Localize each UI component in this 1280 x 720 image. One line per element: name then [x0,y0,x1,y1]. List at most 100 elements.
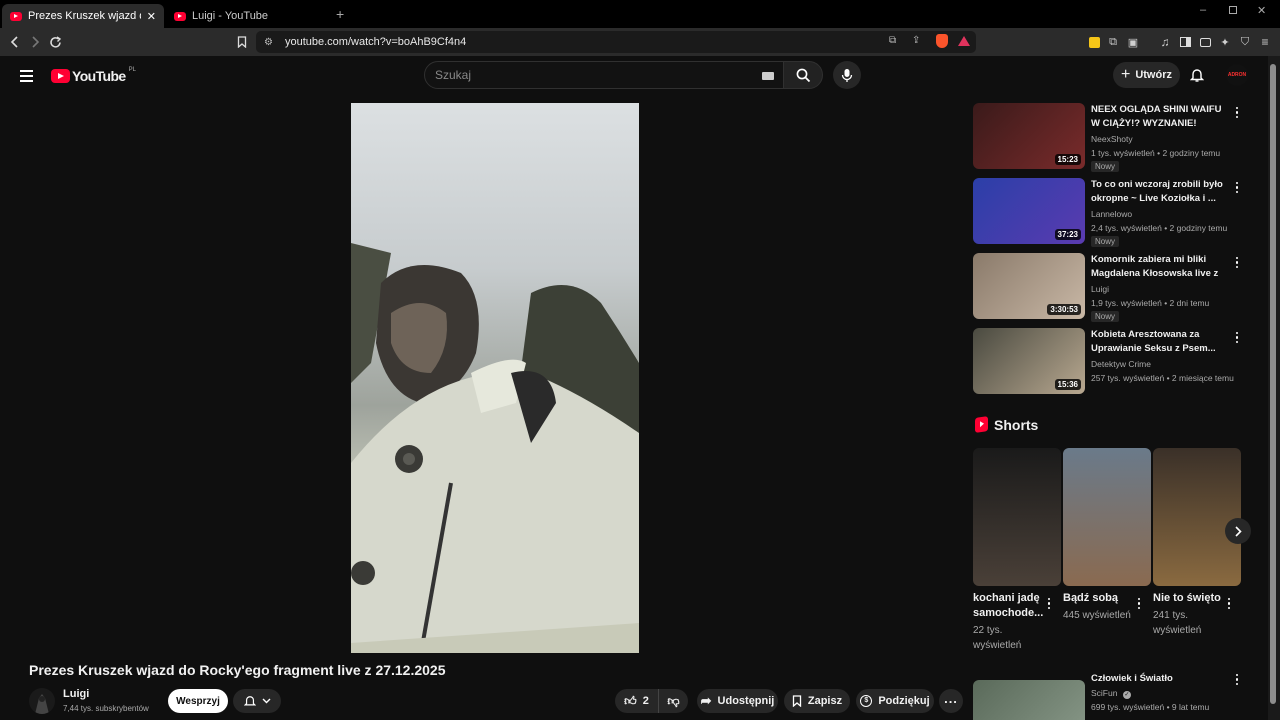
youtube-logo[interactable]: YouTube PL [51,67,136,84]
brave-shields-icon[interactable] [936,34,948,48]
like-button[interactable]: 👍︎ 2 [615,689,658,713]
bookmark-icon[interactable] [235,28,249,56]
browser-tab-strip: Prezes Kruszek wjazd do Rocky'e ✕ Luigi … [0,0,1280,28]
screenshot-extension-icon[interactable]: ▣ [1126,28,1140,56]
address-bar[interactable]: ⚙ youtube.com/watch?v=boAhB9Cf4n4 ⧉ ⇪ [256,31,976,53]
create-button[interactable]: + Utwórz [1113,62,1180,88]
recommendation-title[interactable]: Kobieta Aresztowana za Uprawianie Seksu … [1091,328,1227,356]
guide-menu-icon[interactable] [20,70,33,82]
reload-icon[interactable] [47,28,63,56]
close-window-icon[interactable]: ✕ [1257,4,1266,17]
recommendation-channel[interactable]: SciFun ✓ [1091,688,1131,699]
short-item[interactable]: Bądź sobą 445 wyświetleń [1063,448,1151,623]
extension-icon[interactable] [1087,28,1101,56]
sidebar-icon[interactable] [1178,28,1192,56]
wallet-icon[interactable] [1198,28,1212,56]
video-thumbnail[interactable]: 3:30:53 [973,253,1085,319]
microphone-icon [841,68,853,82]
voice-search-button[interactable] [833,61,861,89]
search-button[interactable] [783,61,823,89]
more-vertical-icon[interactable] [1228,598,1231,610]
duration-badge: 37:23 [1054,229,1081,240]
scrollbar-thumb[interactable] [1270,64,1276,704]
share-button[interactable]: ➦ Udostępnij [697,689,778,713]
recommendation-channel[interactable]: NeexShoty [1091,134,1133,144]
recommendation-title[interactable]: NEEX OGLĄDA SHINI WAIFU W CIĄŻY!? WYZNAN… [1091,103,1227,131]
notifications-bell-icon[interactable] [1189,67,1205,88]
recommendation-title[interactable]: Komornik zabiera mi bliki Magdalena Kłos… [1091,253,1227,281]
search-input[interactable]: Szukaj [424,61,784,89]
more-vertical-icon[interactable] [1233,107,1241,119]
short-title[interactable]: kochani jadę samochode... [973,591,1047,621]
support-button[interactable]: Wesprzyj [168,689,228,713]
shorts-heading: Shorts [994,417,1039,433]
save-button[interactable]: Zapisz [784,689,850,713]
shorts-next-button[interactable] [1225,518,1251,544]
short-item[interactable]: kochani jadę samochode... 22 tys. wyświe… [973,448,1061,653]
maximize-icon[interactable] [1229,6,1237,14]
search-icon [796,68,810,82]
recommendation-title[interactable]: To co oni wczoraj zrobili było okropne ~… [1091,178,1227,206]
recommendation-item[interactable]: 15:36 Kobieta Aresztowana za Uprawianie … [973,328,1243,394]
short-thumbnail[interactable] [1063,448,1151,586]
more-vertical-icon[interactable] [1233,332,1241,344]
short-item[interactable]: Nie to święto 241 tys. wyświetleń [1153,448,1241,638]
open-in-app-icon[interactable]: ⧉ [889,35,896,46]
recommendation-item[interactable]: 3:30:53 Komornik zabiera mi bliki Magdal… [973,253,1243,322]
recommendation-channel[interactable]: Luigi [1091,284,1109,294]
more-horizontal-icon: ... [944,691,958,706]
recommendation-channel[interactable]: Detektyw Crime [1091,359,1151,369]
video-thumbnail[interactable] [973,680,1085,720]
thanks-icon: $ [860,695,873,707]
short-thumbnail[interactable] [973,448,1061,586]
video-thumbnail[interactable]: 37:23 [973,178,1085,244]
short-title[interactable]: Nie to święto [1153,591,1227,606]
puzzle-extension-icon[interactable]: ⧉ [1106,28,1120,56]
video-thumbnail[interactable]: 15:36 [973,328,1085,394]
more-vertical-icon[interactable] [1138,598,1141,610]
new-tab-icon[interactable]: + [336,6,344,22]
more-vertical-icon[interactable] [1233,674,1241,686]
back-icon[interactable] [8,28,22,56]
recommendation-item[interactable]: 37:23 To co oni wczoraj zrobili było okr… [973,178,1243,247]
keyboard-icon[interactable] [762,72,774,80]
chevron-down-icon [262,698,270,704]
tab-close-icon[interactable]: ✕ [147,10,156,23]
video-frame [351,243,639,653]
forward-icon[interactable] [28,28,42,56]
like-count: 2 [642,695,649,707]
chevron-right-icon [1235,525,1242,537]
recommendation-title[interactable]: Człowiek i Światło [1091,672,1227,686]
vpn-shield-icon[interactable]: ⛉ [1238,28,1252,56]
subscription-notifications-button[interactable] [233,689,281,713]
thanks-button[interactable]: $ Podziękuj [856,689,934,713]
more-vertical-icon[interactable] [1048,598,1051,610]
recommendation-item[interactable]: Człowiek i Światło SciFun ✓ 699 tys. wyś… [973,670,1243,720]
video-player[interactable] [351,103,639,653]
more-vertical-icon[interactable] [1233,257,1241,269]
leo-ai-icon[interactable]: ✦ [1218,28,1232,56]
recommendation-item[interactable]: 15:23 NEEX OGLĄDA SHINI WAIFU W CIĄŻY!? … [973,103,1243,172]
account-avatar[interactable]: ADRON [1226,64,1248,86]
short-thumbnail[interactable] [1153,448,1241,586]
video-thumbnail[interactable]: 15:23 [973,103,1085,169]
recommendation-channel[interactable]: Lannelowo [1091,209,1132,219]
more-actions-button[interactable]: ... [939,689,963,713]
new-badge: Nowy [1091,161,1120,172]
browser-tab-active[interactable]: Prezes Kruszek wjazd do Rocky'e ✕ [2,4,164,28]
channel-avatar[interactable] [29,688,55,714]
music-icon[interactable]: ♫ [1158,28,1172,56]
shorts-icon [975,416,988,433]
short-title[interactable]: Bądź sobą [1063,591,1137,606]
menu-icon[interactable]: ≡ [1258,28,1272,56]
dislike-button[interactable]: 👎︎ [658,689,688,713]
more-vertical-icon[interactable] [1233,182,1241,194]
browser-tab[interactable]: Luigi - YouTube [166,4,326,28]
site-info-icon[interactable]: ⚙ [264,37,273,48]
thumbs-up-icon: 👍︎ [624,693,637,708]
share-icon[interactable]: ⇪ [912,35,920,46]
brave-rewards-icon[interactable] [958,36,970,46]
url-text: youtube.com/watch?v=boAhB9Cf4n4 [284,36,467,48]
minimize-icon[interactable]: – [1200,4,1206,16]
channel-name[interactable]: Luigi [63,688,89,700]
